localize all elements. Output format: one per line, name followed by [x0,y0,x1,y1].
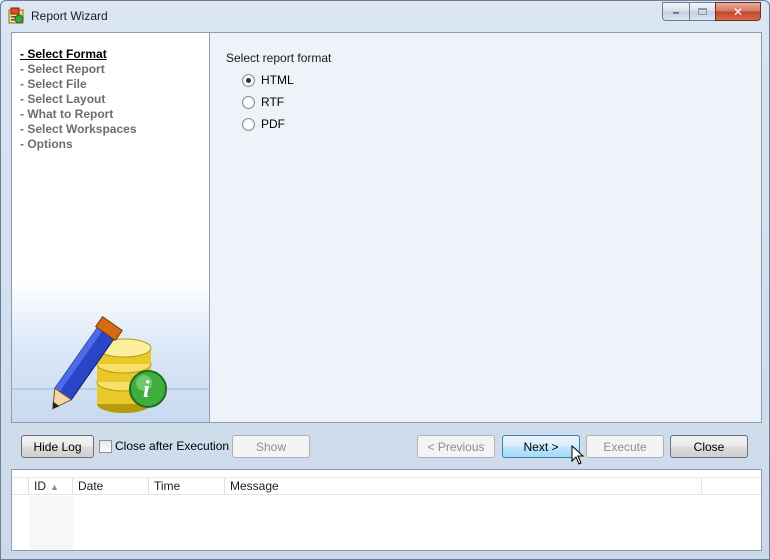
pencil-database-info-icon: i [12,316,209,413]
step-select-layout[interactable]: - Select Layout [20,92,137,107]
maximize-icon [698,8,707,15]
radio-pdf[interactable]: PDF [242,117,285,131]
previous-button[interactable]: < Previous [417,435,495,458]
column-header-time[interactable]: Time [149,478,225,495]
column-id-label: ID [34,479,46,493]
radio-pdf-circle[interactable] [242,117,255,131]
close-button[interactable]: Close [670,435,748,458]
wizard-button-bar: Hide Log Close after Execution Show < Pr… [11,425,762,467]
column-header-id[interactable]: ID ▲ [29,478,73,495]
column-header-message[interactable]: Message [225,478,702,495]
step-select-workspaces[interactable]: - Select Workspaces [20,122,137,137]
row-selector-header [12,478,29,495]
mouse-cursor-icon [571,445,585,465]
show-button[interactable]: Show [232,435,310,458]
close-icon: ✕ [732,4,744,19]
wizard-steps-panel: - Select Format - Select Report - Select… [11,32,210,423]
radio-rtf[interactable]: RTF [242,95,284,109]
log-id-column-body [29,496,73,550]
sort-ascending-icon: ▲ [50,482,59,492]
next-button[interactable]: Next > [502,435,580,458]
radio-html-label[interactable]: HTML [261,73,294,87]
step-options[interactable]: - Options [20,137,137,152]
report-wizard-window: Report Wizard – ✕ - Select Format - Sele… [0,0,770,560]
radio-html[interactable]: HTML [242,73,294,87]
title-bar[interactable]: Report Wizard – ✕ [1,1,769,31]
step-select-format[interactable]: - Select Format [20,47,137,62]
column-date-label: Date [78,479,104,493]
step-what-to-report[interactable]: - What to Report [20,107,137,122]
execute-button[interactable]: Execute [586,435,664,458]
caption-buttons: – ✕ [662,2,761,21]
log-header-row: ID ▲ Date Time Message [12,477,761,495]
radio-html-circle[interactable] [242,73,255,87]
minimize-icon: – [672,4,680,19]
radio-rtf-label[interactable]: RTF [261,95,284,109]
step-select-report[interactable]: - Select Report [20,62,137,77]
step-select-file[interactable]: - Select File [20,77,137,92]
report-wizard-app-icon [8,7,24,24]
close-after-execution-checkbox[interactable]: Close after Execution [99,439,229,453]
maximize-button[interactable] [689,2,715,21]
wizard-steps-nav: - Select Format - Select Report - Select… [20,47,137,152]
close-window-button[interactable]: ✕ [715,2,761,21]
log-grid[interactable]: ID ▲ Date Time Message [11,469,762,551]
wizard-content-panel: Select report format HTML RTF PDF [210,32,762,423]
column-time-label: Time [154,479,181,493]
minimize-button[interactable]: – [662,2,689,21]
svg-text:i: i [143,377,150,403]
select-format-label: Select report format [226,51,332,65]
checkbox-box[interactable] [99,439,112,453]
radio-pdf-label[interactable]: PDF [261,117,285,131]
column-message-label: Message [230,479,279,493]
window-title: Report Wizard [31,9,108,23]
close-after-execution-label[interactable]: Close after Execution [115,439,229,453]
radio-rtf-circle[interactable] [242,95,255,109]
wizard-illustration: i [12,282,209,422]
radio-selected-dot [246,77,251,83]
hide-log-button[interactable]: Hide Log [21,435,94,458]
column-header-date[interactable]: Date [73,478,149,495]
